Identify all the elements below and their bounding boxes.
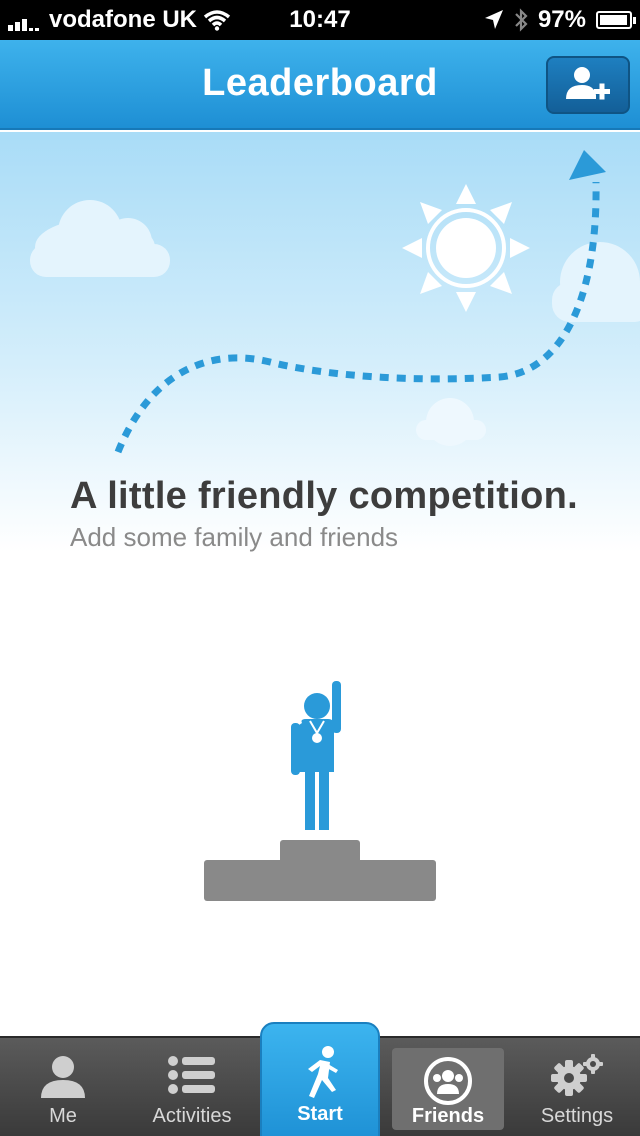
tab-settings[interactable]: Settings (514, 1038, 640, 1136)
tab-start[interactable]: Start (260, 1022, 380, 1136)
cloud-right-icon (552, 242, 640, 322)
cloud-left-icon (30, 200, 170, 277)
sun-icon (402, 184, 530, 312)
tab-friends[interactable]: Friends (392, 1048, 504, 1130)
empty-state-headline: A little friendly competition. (70, 475, 578, 517)
page-title: Leaderboard (202, 62, 438, 104)
tab-activities[interactable]: Activities (128, 1038, 256, 1136)
add-friend-button[interactable] (546, 56, 630, 114)
empty-state-subline: Add some family and friends (70, 522, 399, 552)
tab-label-activities: Activities (152, 1105, 232, 1127)
winner-figure-icon (291, 681, 341, 830)
add-person-icon (566, 67, 610, 100)
runner-icon (308, 1046, 338, 1098)
gear-icon (551, 1054, 603, 1096)
tab-bar: Me Activities Start Friends Settings (0, 1022, 640, 1136)
location-icon (484, 10, 503, 29)
bluetooth-icon (515, 8, 528, 32)
list-icon (168, 1056, 215, 1094)
nav-bar: Leaderboard (0, 40, 640, 130)
status-right: 97% (484, 6, 636, 34)
tab-label-start: Start (297, 1103, 343, 1125)
battery-icon (596, 11, 636, 29)
tab-label-friends: Friends (411, 1105, 485, 1127)
tab-label-settings: Settings (540, 1105, 614, 1127)
tab-me[interactable]: Me (0, 1038, 126, 1136)
podium-illustration (204, 681, 436, 901)
podium-icon (204, 840, 436, 901)
arrowhead-icon (569, 150, 606, 180)
status-bar: vodafone UK 10:47 97% (0, 0, 640, 40)
person-icon (41, 1056, 85, 1098)
friends-icon (424, 1057, 472, 1105)
battery-percent: 97% (537, 6, 586, 33)
hero-illustration (30, 150, 640, 454)
battery-fill (600, 15, 628, 25)
dotted-path (114, 181, 600, 454)
tab-label-me: Me (49, 1105, 77, 1127)
cloud-small-icon (416, 398, 486, 446)
